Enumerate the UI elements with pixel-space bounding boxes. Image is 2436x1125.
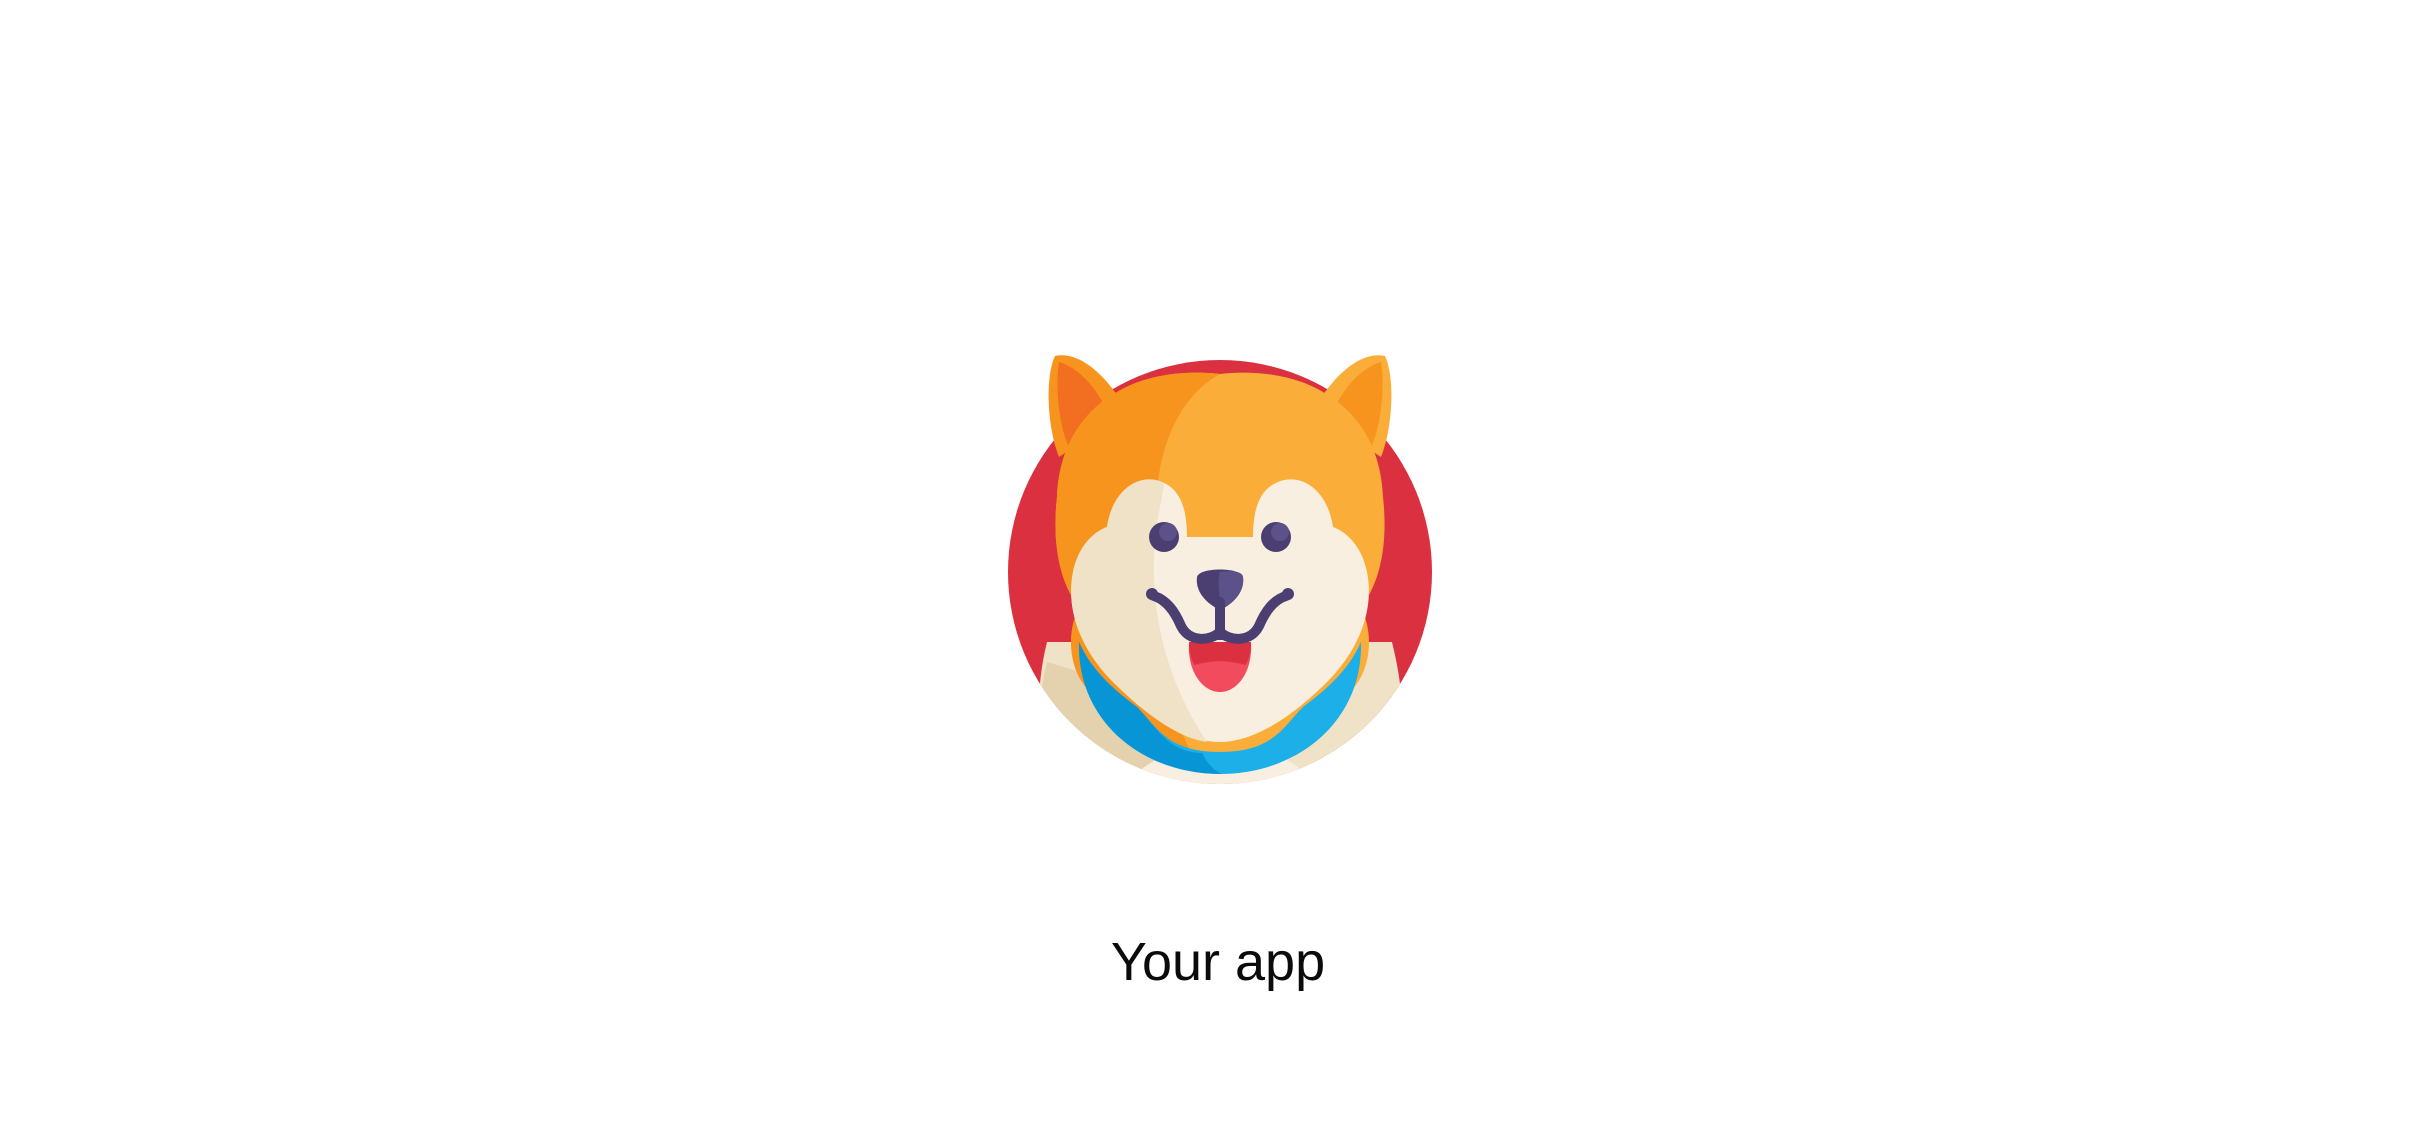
- app-name-label: Your app: [1110, 932, 1326, 992]
- app-logo: [997, 332, 1443, 786]
- splash-screen: Your app: [0, 0, 2436, 1125]
- dog-face-icon: [1008, 355, 1432, 784]
